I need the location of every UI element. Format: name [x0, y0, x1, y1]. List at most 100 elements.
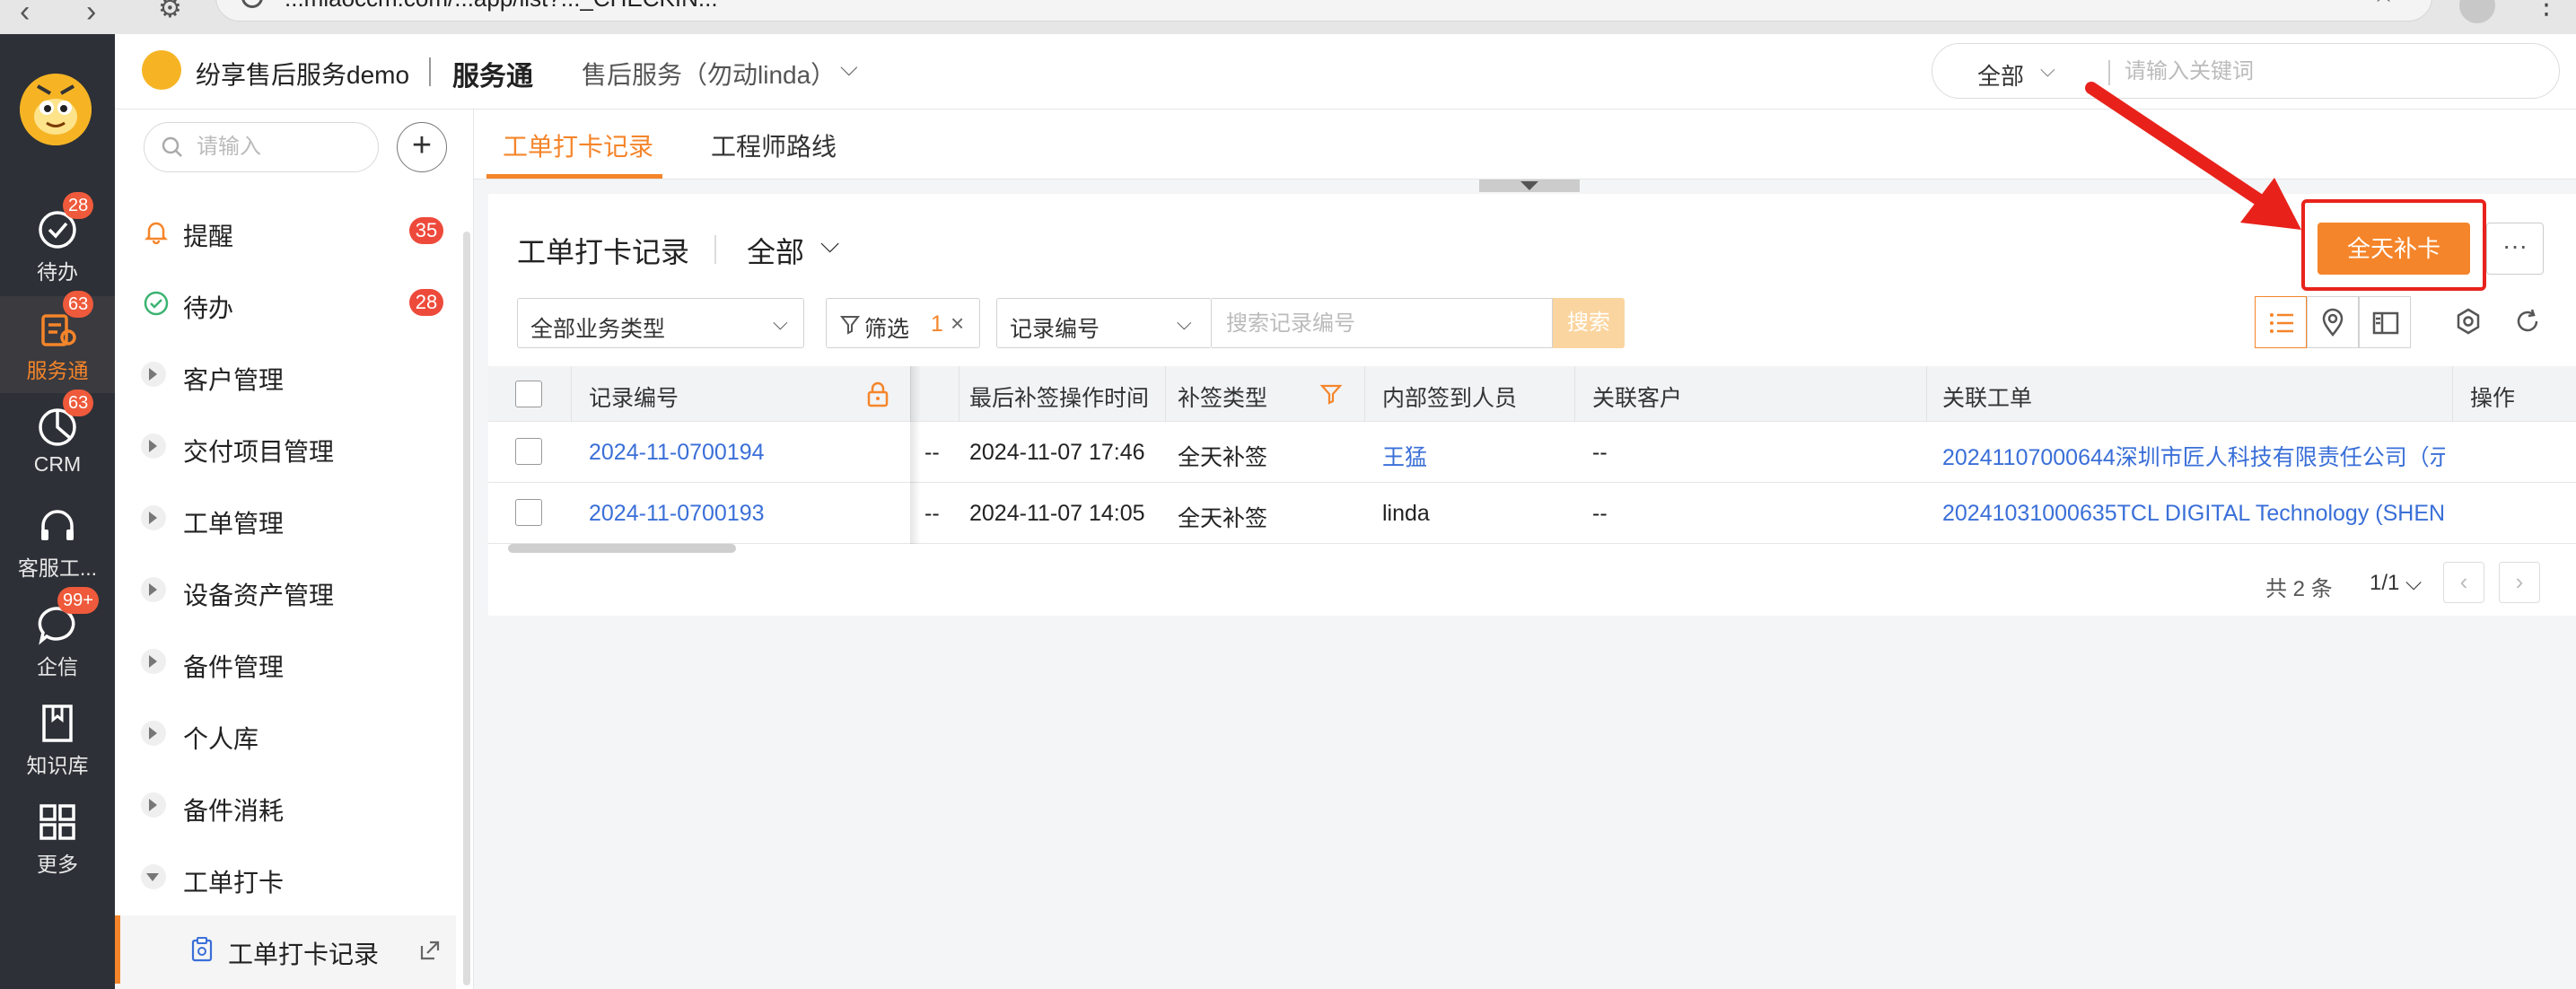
caret-right-icon	[149, 440, 157, 452]
search-field-select[interactable]: 记录编号 ⌵	[996, 298, 1212, 348]
profile-avatar[interactable]	[2459, 0, 2495, 23]
column-divider	[2452, 366, 2453, 422]
funnel-icon	[839, 316, 861, 335]
sidebar-item-checkin-records[interactable]: 工单打卡记录	[115, 915, 456, 989]
sidebar-item-delivery-projects[interactable]: 交付项目管理	[115, 420, 456, 474]
record-search	[1212, 298, 1553, 348]
column-header[interactable]: 关联工单	[1942, 381, 2032, 413]
next-page-button[interactable]: ›	[2499, 562, 2540, 603]
app-rail: 28 待办 63 服务通 63 CRM 客服工... 99+ 企信 知识库 更多	[0, 34, 115, 989]
work-order-link[interactable]: 20241107000644深圳市匠人科技有限责任公司（示例	[1942, 440, 2445, 472]
view-select[interactable]: 全部	[747, 230, 804, 271]
back-icon[interactable]: ‹	[20, 0, 30, 30]
sidebar-item-label: 备件消耗	[183, 797, 285, 825]
sidebar-item-todo[interactable]: 待办 28	[115, 276, 456, 330]
lock-icon[interactable]	[865, 381, 890, 407]
rail-item-todo[interactable]: 28 待办	[0, 192, 115, 294]
rail-badge: 63	[63, 291, 94, 318]
sidebar-item-checkin[interactable]: 工单打卡	[115, 851, 456, 905]
caret-right-icon	[149, 368, 157, 381]
rail-item-knowledge-base[interactable]: 知识库	[0, 691, 115, 788]
sidebar-scrollbar[interactable]	[463, 232, 470, 985]
column-header[interactable]: 补签类型	[1178, 381, 1267, 413]
table-row[interactable]: 2024-11-0700193 -- 2024-11-07 14:05 全天补签…	[488, 483, 2576, 544]
list-icon	[2270, 313, 2293, 333]
sidebar-item-personal-library[interactable]: 个人库	[115, 707, 456, 761]
column-header[interactable]: 操作	[2470, 381, 2515, 413]
list-view-toggle[interactable]	[2255, 296, 2307, 348]
collapse-handle[interactable]	[1479, 179, 1580, 192]
tab-engineer-route[interactable]: 工程师路线	[711, 127, 837, 163]
caret-right-icon	[149, 799, 157, 811]
site-info-icon[interactable]	[241, 0, 263, 8]
chevron-down-icon[interactable]: ⌵	[840, 54, 858, 83]
sidebar-item-asset-management[interactable]: 设备资产管理	[115, 564, 456, 617]
rail-item-crm[interactable]: 63 CRM	[0, 389, 115, 492]
user-avatar[interactable]	[20, 74, 92, 145]
site-settings-icon[interactable]: ⚙	[158, 0, 182, 24]
filter-funnel-icon[interactable]	[1319, 382, 1343, 406]
business-type-select[interactable]: 全部业务类型 ⌵	[517, 298, 804, 348]
rail-item-more[interactable]: 更多	[0, 790, 115, 887]
pager-page-select[interactable]: 1/1 ⌵	[2370, 571, 2422, 596]
map-view-toggle[interactable]	[2307, 296, 2359, 348]
clear-filter-icon[interactable]: ×	[951, 310, 964, 337]
rail-item-messaging[interactable]: 99+ 企信	[0, 587, 115, 689]
open-external-icon[interactable]	[418, 939, 442, 962]
rail-item-label: CRM	[33, 452, 82, 476]
sidebar-item-label: 工单打卡记录	[228, 941, 380, 968]
row-checkbox[interactable]	[515, 438, 542, 465]
row-checkbox[interactable]	[515, 499, 542, 526]
record-search-input[interactable]	[1224, 308, 1538, 340]
filter-button[interactable]: 筛选 1 ×	[826, 298, 980, 348]
bell-icon	[144, 222, 169, 244]
sidebar-item-label: 设备资产管理	[183, 582, 335, 609]
add-button[interactable]: +	[397, 122, 447, 172]
records-panel: 工单打卡记录 全部 ⌵ 全天补卡 ··· 全部业务类型 ⌵ 筛选 1 × 记录编…	[488, 194, 2576, 616]
rail-item-customer-service[interactable]: 客服工...	[0, 494, 115, 591]
sidebar-item-parts-consumption[interactable]: 备件消耗	[115, 779, 456, 833]
sidebar-item-reminders[interactable]: 提醒 35	[115, 205, 456, 258]
table-cell: 2024-11-07 14:05	[969, 501, 1145, 526]
sidebar-item-work-orders[interactable]: 工单管理	[115, 492, 456, 546]
sidebar-search-input[interactable]	[195, 132, 365, 162]
tab-checkin-records[interactable]: 工单打卡记录	[503, 127, 653, 163]
column-header[interactable]: 记录编号	[589, 381, 679, 413]
split-view-toggle[interactable]	[2359, 296, 2411, 348]
search-scope-select[interactable]: 全部	[1977, 58, 2024, 92]
search-button[interactable]: 搜索	[1553, 298, 1625, 348]
rail-item-label: 更多	[37, 853, 78, 876]
browser-menu-icon[interactable]: ⋮	[2533, 0, 2560, 21]
pager-total: 共 2 条	[2265, 577, 2333, 601]
chevron-down-icon[interactable]: ⌵	[2040, 58, 2055, 82]
column-header[interactable]: 最后补签操作时间	[969, 381, 1149, 413]
sidebar-item-customer-management[interactable]: 客户管理	[115, 348, 456, 402]
more-actions-button[interactable]: ···	[2486, 223, 2544, 275]
sidebar-item-label: 个人库	[183, 725, 259, 753]
prev-page-button[interactable]: ‹	[2443, 562, 2484, 603]
refresh-icon[interactable]	[2513, 307, 2542, 336]
work-order-link[interactable]: 20241031000635TCL DIGITAL Technology (SH…	[1942, 501, 2445, 527]
sidebar-item-label: 客户管理	[183, 366, 285, 394]
address-bar[interactable]: ...miaoccm.com/...app/list?..._CHECKIN..…	[215, 0, 2432, 22]
record-id-link[interactable]: 2024-11-0700194	[589, 440, 765, 466]
sidebar-item-spare-parts[interactable]: 备件管理	[115, 635, 456, 689]
pager-page-value: 1/1	[2370, 571, 2400, 595]
select-all-checkbox[interactable]	[515, 381, 542, 407]
column-header[interactable]: 内部签到人员	[1382, 381, 1517, 413]
chevron-down-icon[interactable]: ⌵	[820, 230, 839, 259]
sidebar: + 提醒 35 待办 28 客户管理 交付项目管理 工单管理 设备资产管理 备件…	[115, 109, 474, 989]
record-id-link[interactable]: 2024-11-0700193	[589, 501, 765, 527]
horizontal-scrollbar[interactable]	[508, 544, 736, 553]
allday-makeup-button[interactable]: 全天补卡	[2318, 223, 2470, 275]
rail-item-service[interactable]: 63 服务通	[0, 291, 115, 393]
column-divider	[1364, 366, 1365, 422]
bookmark-star-icon[interactable]: ☆	[2371, 0, 2396, 9]
context-switcher[interactable]: 售后服务（勿动linda）	[582, 56, 836, 92]
table-row[interactable]: 2024-11-0700194 -- 2024-11-07 17:46 全天补签…	[488, 422, 2576, 483]
forward-icon[interactable]: ›	[86, 0, 96, 30]
person-link[interactable]: 王猛	[1382, 440, 1427, 472]
table-header: 记录编号 最后补签操作时间 补签类型 内部签到人员 关联客户 关联工单 操作	[488, 366, 2576, 422]
column-header[interactable]: 关联客户	[1592, 381, 1682, 413]
settings-icon[interactable]	[2454, 307, 2483, 336]
